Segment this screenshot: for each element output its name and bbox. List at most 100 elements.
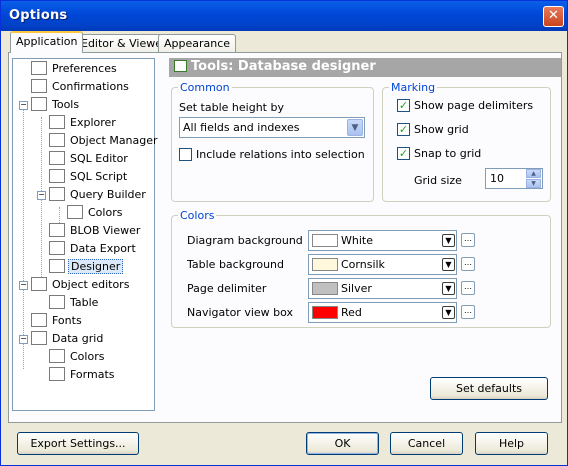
tree-item-grid-colors[interactable]: Colors — [49, 349, 106, 367]
checkmark-icon: ✓ — [397, 122, 410, 136]
title-bar: Options ✕ — [1, 1, 567, 31]
window-title: Options — [9, 8, 68, 23]
page-delimiter-ellipsis-button[interactable]: … — [461, 281, 475, 295]
designer-icon — [49, 259, 65, 273]
chevron-down-icon: ▼ — [442, 282, 455, 295]
colors-group-title: Colors — [178, 209, 217, 222]
object-editors-collapse-toggle[interactable]: − — [19, 281, 28, 290]
marking-group-title: Marking — [389, 81, 438, 94]
color-swatch — [312, 306, 338, 319]
object-editors-icon — [31, 277, 47, 291]
navigator-view-box-label: Navigator view box — [187, 306, 294, 319]
chevron-down-icon: ▼ — [442, 306, 455, 319]
grid-size-spinner[interactable]: 10 ▲ ▼ — [485, 168, 543, 189]
checkmark-icon: ✓ — [397, 146, 410, 160]
tab-application[interactable]: Application — [10, 31, 84, 53]
tree-item-object-manager[interactable]: Object Manager — [49, 133, 160, 151]
marking-group: Marking ✓ Show page delimiters ✓ Show grid… — [382, 81, 551, 202]
panel-title: Tools: Database designer — [191, 59, 376, 74]
table-background-color-select[interactable]: Cornsilk ▼ — [308, 254, 457, 275]
table-height-select[interactable]: All fields and indexes ▼ — [179, 117, 365, 138]
include-relations-checkbox[interactable]: Include relations into selection — [179, 147, 365, 162]
close-icon: ✕ — [548, 8, 559, 23]
tree-item-sql-editor[interactable]: SQL Editor — [49, 151, 130, 169]
diagram-background-ellipsis-button[interactable]: … — [461, 233, 475, 247]
diagram-background-label: Diagram background — [187, 234, 303, 247]
tree-item-tools[interactable]: Tools — [31, 97, 81, 115]
tree-item-object-editors[interactable]: Object editors — [31, 277, 131, 295]
data-export-icon — [49, 241, 65, 255]
tools-icon — [31, 97, 47, 111]
table-background-label: Table background — [187, 258, 285, 271]
color-swatch — [312, 234, 338, 247]
tree-item-designer[interactable]: Designer — [49, 259, 124, 277]
chevron-down-icon: ▼ — [442, 258, 455, 271]
common-group-title: Common — [178, 81, 232, 94]
sql-editor-icon — [49, 151, 65, 165]
grid-size-label: Grid size — [414, 174, 462, 187]
tree-item-fonts[interactable]: Fonts — [31, 313, 84, 331]
options-tree[interactable]: Preferences Confirmations − Tools Explor… — [12, 58, 158, 411]
show-grid-checkbox[interactable]: ✓ Show grid — [397, 122, 469, 137]
options-window: Options ✕ Application Editor & Viewers A… — [0, 0, 568, 466]
tree-item-data-grid[interactable]: Data grid — [31, 331, 105, 349]
tree-item-explorer[interactable]: Explorer — [49, 115, 118, 133]
tree-item-query-builder[interactable]: Query Builder — [49, 187, 148, 205]
sql-script-icon — [49, 169, 65, 183]
table-height-label: Set table height by — [179, 101, 284, 114]
table-background-ellipsis-button[interactable]: … — [461, 257, 475, 271]
tree-item-table[interactable]: Table — [49, 295, 100, 313]
tree-item-preferences[interactable]: Preferences — [31, 61, 119, 79]
close-button[interactable]: ✕ — [543, 6, 564, 27]
colors-grid-icon — [67, 205, 83, 219]
show-page-delimiters-checkbox[interactable]: ✓ Show page delimiters — [397, 98, 533, 113]
query-builder-icon — [49, 187, 65, 201]
blob-viewer-icon — [49, 223, 65, 237]
snap-to-grid-checkbox[interactable]: ✓ Snap to grid — [397, 146, 481, 161]
color-swatch — [312, 258, 338, 271]
color-swatch — [312, 282, 338, 295]
checkmark-icon: ✓ — [397, 98, 410, 112]
explorer-icon — [49, 115, 65, 129]
export-settings-button[interactable]: Export Settings... — [17, 432, 139, 455]
page-delimiter-color-select[interactable]: Silver ▼ — [308, 278, 457, 299]
tab-appearance[interactable]: Appearance — [158, 34, 237, 53]
tree-item-blob-viewer[interactable]: BLOB Viewer — [49, 223, 142, 241]
tree-item-sql-script[interactable]: SQL Script — [49, 169, 129, 187]
tree-item-confirmations[interactable]: Confirmations — [31, 79, 131, 97]
navigator-view-box-ellipsis-button[interactable]: … — [461, 305, 475, 319]
query-builder-collapse-toggle[interactable]: − — [37, 191, 46, 200]
common-group: Common Set table height by All fields an… — [171, 81, 374, 202]
chevron-down-icon: ▼ — [347, 119, 363, 136]
data-grid-icon — [31, 331, 47, 345]
confirmations-icon — [31, 79, 47, 93]
page-delimiter-label: Page delimiter — [187, 282, 267, 295]
panel-header: Tools: Database designer — [169, 58, 561, 77]
tree-connector — [23, 101, 24, 369]
diagram-background-color-select[interactable]: White ▼ — [308, 230, 457, 251]
designer-icon — [174, 59, 187, 72]
tree-item-formats[interactable]: Formats — [49, 367, 117, 385]
tree-item-qb-colors[interactable]: Colors — [67, 205, 124, 223]
spin-up-icon[interactable]: ▲ — [526, 169, 541, 178]
colors-grid-icon — [49, 349, 65, 363]
checkbox-unchecked-icon — [179, 147, 192, 161]
preferences-icon — [31, 61, 47, 75]
set-defaults-button[interactable]: Set defaults — [430, 377, 548, 400]
help-button[interactable]: Help — [475, 432, 548, 455]
dialog-client: Application Editor & Viewers Appearance … — [4, 31, 564, 463]
table-icon — [49, 295, 65, 309]
colors-group: Colors Diagram background White ▼ … Tabl… — [171, 209, 551, 328]
chevron-down-icon: ▼ — [442, 234, 455, 247]
object-manager-icon — [49, 133, 65, 147]
formats-icon — [49, 367, 65, 381]
data-grid-collapse-toggle[interactable]: − — [19, 335, 28, 344]
fonts-icon — [31, 313, 47, 327]
tools-collapse-toggle[interactable]: − — [19, 101, 28, 110]
ok-button[interactable]: OK — [306, 432, 379, 455]
tree-item-data-export[interactable]: Data Export — [49, 241, 138, 259]
cancel-button[interactable]: Cancel — [390, 432, 463, 455]
spin-down-icon[interactable]: ▼ — [526, 179, 541, 188]
tab-page: Preferences Confirmations − Tools Explor… — [8, 52, 562, 423]
navigator-view-box-color-select[interactable]: Red ▼ — [308, 302, 457, 323]
